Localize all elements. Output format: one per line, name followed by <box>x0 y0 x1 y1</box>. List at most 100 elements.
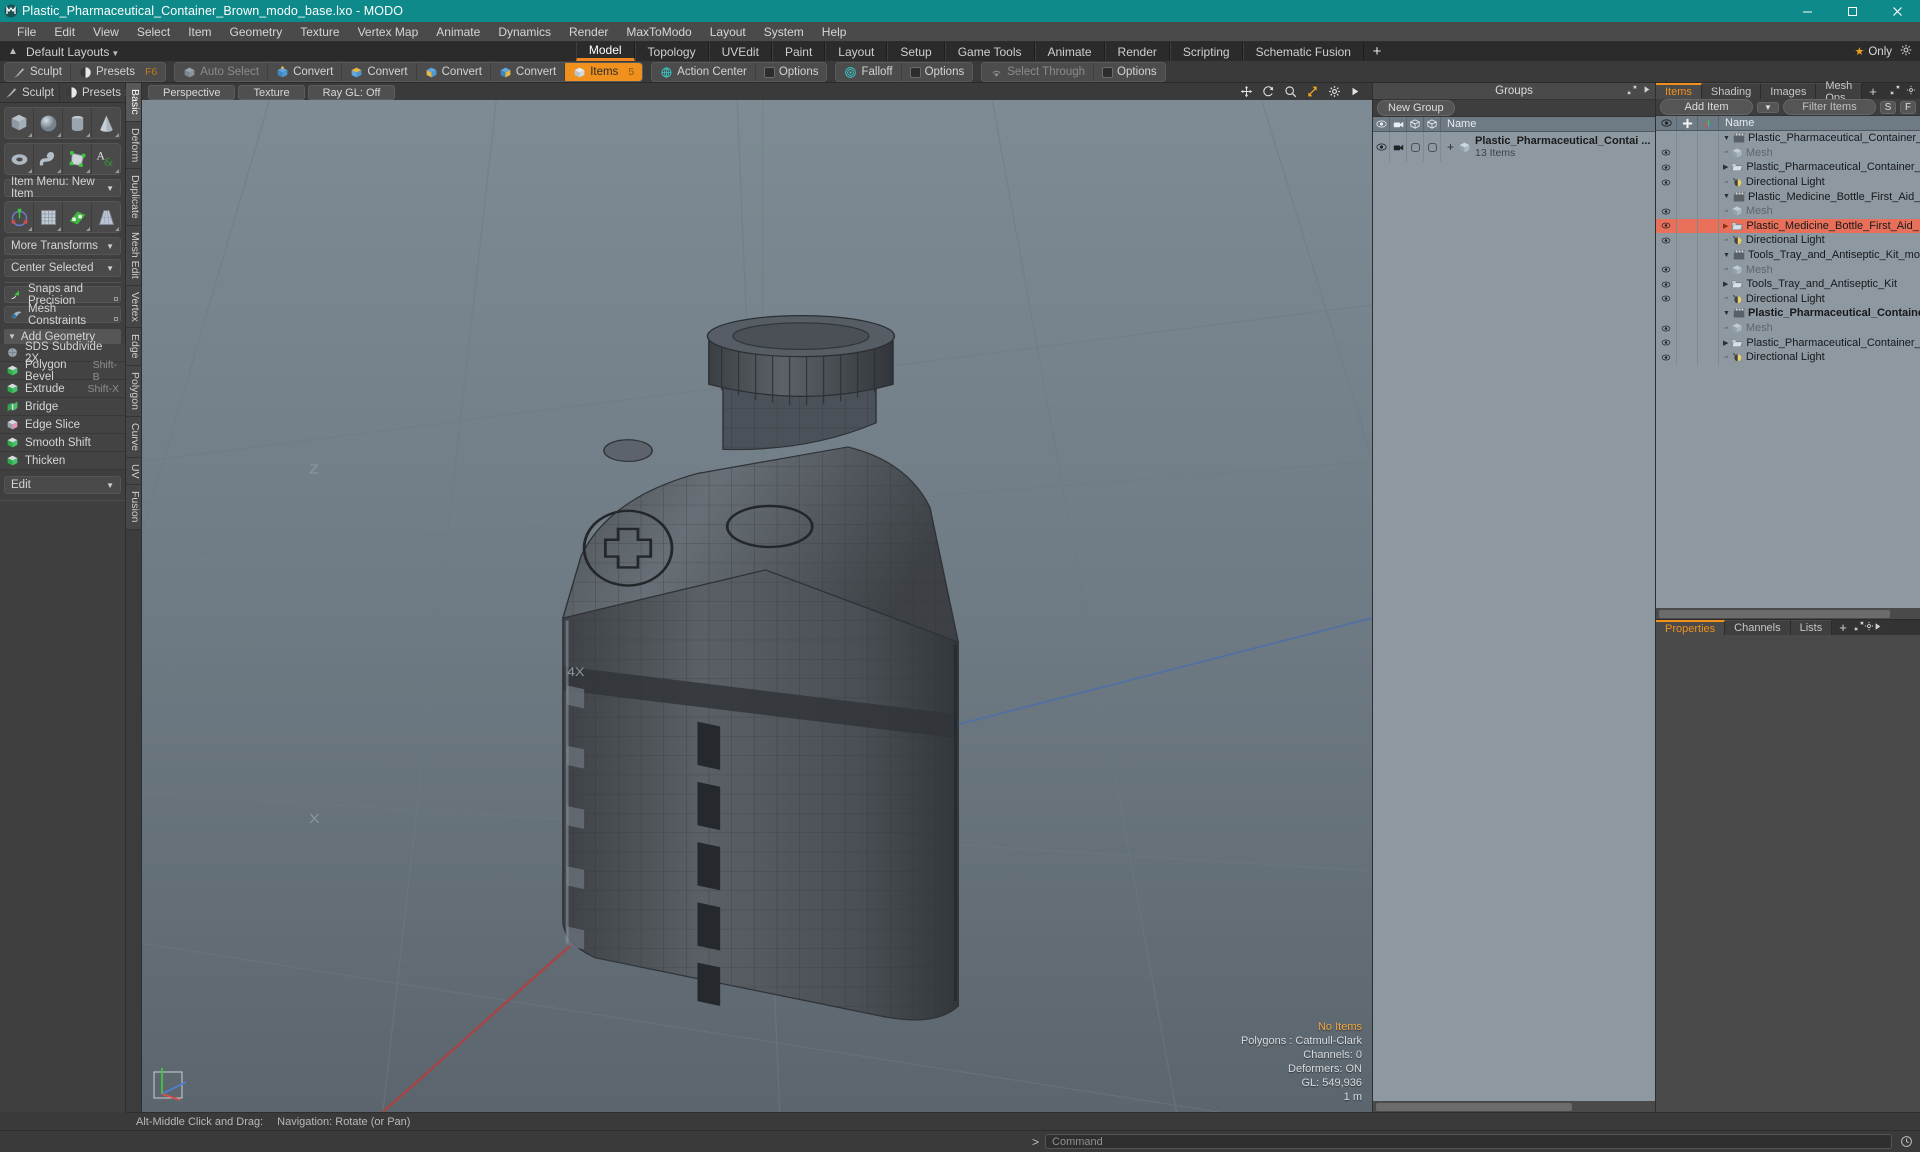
tool-button-options-4-1[interactable]: Options <box>1094 63 1165 81</box>
minimize-button[interactable] <box>1785 0 1830 22</box>
item-toggle-cell-2[interactable] <box>1698 233 1719 248</box>
torus-primitive-icon[interactable] <box>5 144 34 174</box>
collapse-arrow-icon[interactable]: ▲ <box>6 46 20 57</box>
item-toggle-cell-2[interactable] <box>1698 262 1719 277</box>
menu-item-help[interactable]: Help <box>813 22 856 42</box>
menu-item-render[interactable]: Render <box>560 22 617 42</box>
item-toggle-cell-1[interactable] <box>1677 233 1698 248</box>
vertical-tab-polygon[interactable]: Polygon <box>126 365 141 417</box>
layout-tab-setup[interactable]: Setup <box>887 42 945 61</box>
item-toggle-cell-0[interactable] <box>1656 291 1677 307</box>
menu-item-select[interactable]: Select <box>128 22 179 42</box>
item-row[interactable]: ▼ Plastic_Medicine_Bottle_First_Aid_An... <box>1656 189 1920 204</box>
camera-icon[interactable] <box>1390 117 1407 131</box>
item-toggle-cell-0[interactable] <box>1656 160 1677 175</box>
item-toggle-cell-1[interactable] <box>1677 203 1698 219</box>
viewport-3d-canvas[interactable]: 4X Z X No Items Polygons : Catmull-Clark <box>142 100 1372 1112</box>
cylinder-primitive-icon[interactable] <box>63 108 92 138</box>
item-row[interactable]: ·▪ Mesh <box>1656 262 1920 277</box>
groups-horizontal-scrollbar[interactable] <box>1373 1101 1655 1112</box>
item-toggle-cell-0[interactable] <box>1656 233 1677 248</box>
layout-tab-layout[interactable]: Layout <box>825 42 888 61</box>
viewport-shading-dropdown[interactable]: Texture <box>238 85 305 100</box>
preferences-gear-icon[interactable] <box>1900 44 1912 59</box>
bend-deform-icon[interactable] <box>34 202 63 232</box>
tube-primitive-icon[interactable] <box>34 144 63 174</box>
item-row[interactable]: ·▪ Mesh <box>1656 203 1920 219</box>
tool-button-items-1-5[interactable]: Items 5 <box>565 63 643 81</box>
item-toggle-cell-1[interactable] <box>1677 131 1698 146</box>
menu-item-item[interactable]: Item <box>179 22 220 42</box>
geometry-tool-edge-slice[interactable]: Edge Slice <box>0 416 125 434</box>
item-toggle-cell-2[interactable] <box>1698 203 1719 219</box>
tool-button-action-center-2-0[interactable]: Action Center <box>652 63 756 81</box>
item-row[interactable]: ·▪ Directional Light <box>1656 349 1920 365</box>
panel-menu-icon[interactable] <box>1874 620 1882 634</box>
chevron-down-icon[interactable]: ▼ <box>1723 135 1730 142</box>
tool-button-options-2-1[interactable]: Options <box>756 63 827 81</box>
item-toggle-cell-1[interactable] <box>1677 145 1698 161</box>
item-toggle-cell-1[interactable] <box>1677 218 1698 234</box>
item-toggle-cell-0[interactable] <box>1656 145 1677 161</box>
layout-tab-topology[interactable]: Topology <box>634 42 709 61</box>
cone-primitive-icon[interactable] <box>92 108 120 138</box>
layout-tab-animate[interactable]: Animate <box>1034 42 1105 61</box>
item-toggle-cell-2[interactable] <box>1698 335 1719 350</box>
item-toggle-cell-2[interactable] <box>1698 145 1719 161</box>
edit-dropdown[interactable]: Edit ▼ <box>4 476 121 494</box>
properties-tab-lists[interactable]: Lists <box>1790 620 1833 635</box>
item-row[interactable]: ▼ Plastic_Pharmaceutical_Container_W ... <box>1656 131 1920 146</box>
text-primitive-icon[interactable]: A & <box>92 144 120 174</box>
fit-view-icon[interactable] <box>1306 85 1319 101</box>
layout-tab-model[interactable]: Model <box>575 42 635 61</box>
layout-tab-render[interactable]: Render <box>1104 42 1170 61</box>
sculpt-button[interactable]: Sculpt <box>0 83 60 102</box>
vertical-tab-deform[interactable]: Deform <box>126 121 141 170</box>
group-row[interactable]: + Plastic_Pharmaceutical_Contai ... 13 Ite… <box>1373 132 1655 162</box>
item-toggle-cell-1[interactable] <box>1677 160 1698 175</box>
item-row[interactable]: ·▪ Directional Light <box>1656 291 1920 307</box>
menu-item-texture[interactable]: Texture <box>291 22 348 42</box>
vertical-tab-edge[interactable]: Edge <box>126 328 141 366</box>
item-toggle-cell-0[interactable] <box>1656 247 1677 263</box>
tool-button-convert-1-2[interactable]: Convert <box>342 63 417 81</box>
properties-tab-channels[interactable]: Channels <box>1725 620 1791 635</box>
chevron-down-icon[interactable]: ▼ <box>1723 193 1730 200</box>
items-tab-shading[interactable]: Shading <box>1701 83 1762 99</box>
item-toggle-cell-1[interactable] <box>1677 189 1698 204</box>
default-layouts-dropdown[interactable]: Default Layouts ▼ <box>26 45 119 59</box>
tool-button-presets-0-1[interactable]: Presets F6 <box>71 63 165 81</box>
vertical-tab-vertex[interactable]: Vertex <box>126 285 141 329</box>
tool-button-convert-1-3[interactable]: Convert <box>417 63 491 81</box>
geometry-tool-smooth-shift[interactable]: Smooth Shift <box>0 434 125 452</box>
properties-tab-properties[interactable]: Properties <box>1656 620 1726 635</box>
vertical-tab-mesh-edit[interactable]: Mesh Edit <box>126 225 141 286</box>
tool-button-falloff-3-0[interactable]: Falloff <box>836 63 902 81</box>
add-layout-tab-button[interactable]: + <box>1364 42 1390 61</box>
item-toggle-cell-0[interactable] <box>1656 335 1677 350</box>
items-tab-mesh-ops[interactable]: Mesh Ops <box>1816 80 1863 104</box>
item-row[interactable]: ·▪ Directional Light <box>1656 174 1920 190</box>
item-toggle-cell-2[interactable] <box>1698 189 1719 204</box>
add-properties-tab-button[interactable]: + <box>1832 620 1854 635</box>
item-toggle-cell-1[interactable] <box>1677 276 1698 292</box>
polygon-primitive-icon[interactable] <box>63 144 92 174</box>
command-input[interactable]: Command <box>1045 1134 1892 1149</box>
layout-tab-uvedit[interactable]: UVEdit <box>708 42 772 61</box>
item-toggle-cell-2[interactable] <box>1698 349 1719 365</box>
group-expander[interactable]: + <box>1447 140 1454 154</box>
item-toggle-cell-1[interactable] <box>1677 349 1698 365</box>
chevron-down-icon[interactable]: ▼ <box>1723 252 1730 259</box>
items-tree[interactable]: ▼ Plastic_Pharmaceutical_Container_W ... ·… <box>1656 131 1920 608</box>
item-toggle-cell-2[interactable] <box>1698 320 1719 336</box>
chevron-down-icon[interactable]: ▼ <box>1723 310 1730 317</box>
item-row[interactable]: ▶ Plastic_Pharmaceutical_Container_... <box>1656 335 1920 350</box>
item-toggle-cell-1[interactable] <box>1677 247 1698 263</box>
menu-item-maxtomodo[interactable]: MaxToModo <box>617 22 700 42</box>
gear-icon[interactable] <box>1906 84 1916 98</box>
locator-icon[interactable] <box>1698 116 1719 130</box>
layout-tab-schematic-fusion[interactable]: Schematic Fusion <box>1242 42 1364 61</box>
item-toggle-cell-0[interactable] <box>1656 189 1677 204</box>
geometry-tool-extrude[interactable]: Extrude Shift-X <box>0 380 125 398</box>
item-menu-dropdown[interactable]: Item Menu: New Item ▼ <box>4 176 121 200</box>
